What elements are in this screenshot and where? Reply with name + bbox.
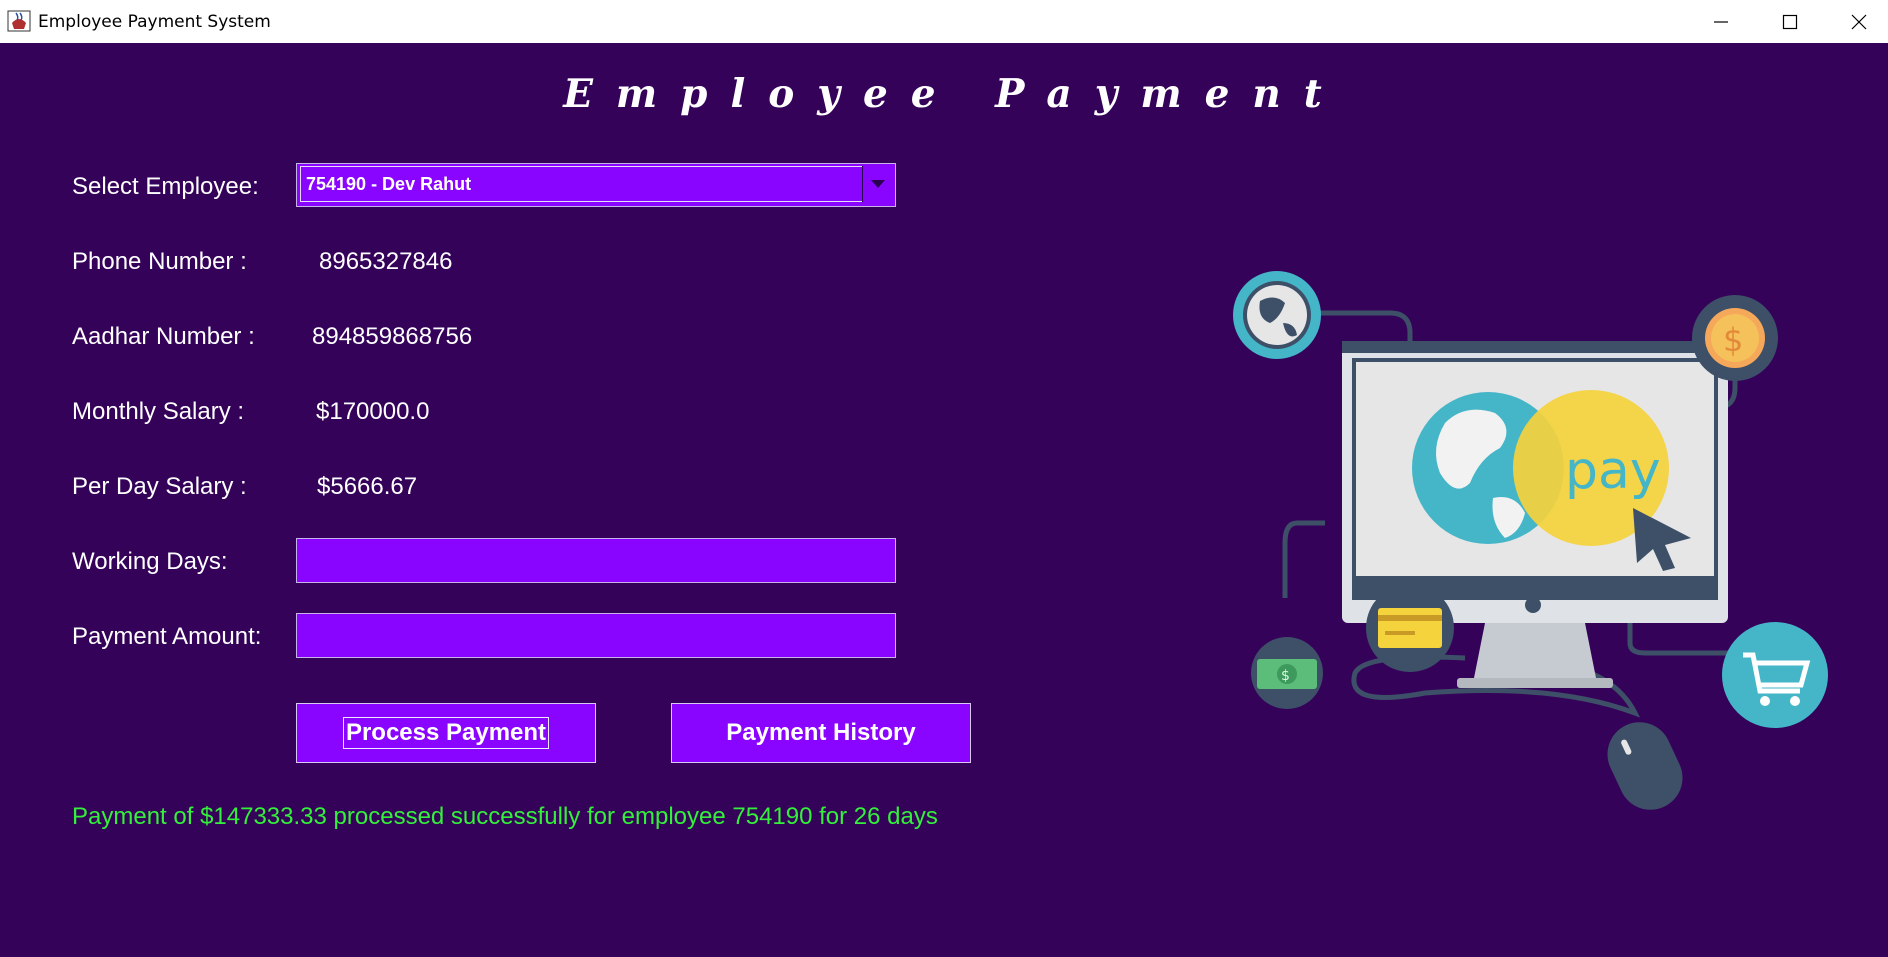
java-coffee-icon [7, 10, 31, 32]
credit-card-icon [1366, 584, 1454, 672]
payment-history-label: Payment History [726, 719, 916, 746]
dropdown-arrow-button[interactable] [862, 166, 893, 202]
select-employee-label: Select Employee: [72, 173, 259, 200]
main-panel: Employee Payment Select Employee: 754190… [0, 43, 1888, 957]
payment-amount-label: Payment Amount: [72, 623, 262, 650]
phone-value: 8965327846 [319, 248, 453, 275]
maximize-button[interactable] [1755, 0, 1825, 43]
process-payment-button[interactable]: Process Payment [296, 703, 596, 763]
window-titlebar: Employee Payment System [0, 0, 1888, 43]
monthly-salary-value: $170000.0 [316, 398, 430, 425]
per-day-salary-value: $5666.67 [317, 473, 418, 500]
aadhar-value: 894859868756 [312, 323, 473, 350]
per-day-salary-label: Per Day Salary : [72, 473, 247, 500]
pay-text: pay [1565, 441, 1661, 501]
globe-badge-icon [1233, 271, 1321, 359]
employee-dropdown-value: 754190 - Dev Rahut [300, 166, 863, 202]
working-days-input[interactable] [296, 538, 896, 583]
chevron-down-icon [871, 180, 885, 188]
process-payment-label: Process Payment [342, 717, 550, 749]
minimize-button[interactable] [1686, 0, 1756, 43]
payment-amount-input[interactable] [296, 613, 896, 658]
svg-text:$: $ [1723, 321, 1743, 359]
minimize-icon [1714, 20, 1728, 23]
close-button[interactable] [1824, 0, 1888, 43]
banknote-icon: $ [1251, 637, 1323, 709]
payment-illustration: pay $ $ [1233, 271, 1828, 810]
payment-history-button[interactable]: Payment History [671, 703, 971, 763]
window-title: Employee Payment System [38, 12, 271, 32]
shopping-cart-icon [1722, 622, 1828, 728]
monthly-salary-label: Monthly Salary : [72, 398, 245, 425]
page-title: Employee Payment [563, 71, 1345, 117]
working-days-label: Working Days: [72, 548, 228, 575]
status-message: Payment of $147333.33 processed successf… [72, 803, 938, 830]
dollar-coin-icon: $ [1692, 295, 1778, 381]
close-icon [1851, 14, 1867, 29]
mouse-icon [1607, 722, 1683, 810]
phone-label: Phone Number : [72, 248, 247, 275]
aadhar-label: Aadhar Number : [72, 323, 255, 350]
maximize-icon [1782, 14, 1798, 29]
svg-text:$: $ [1281, 668, 1290, 684]
employee-dropdown[interactable]: 754190 - Dev Rahut [296, 163, 896, 207]
